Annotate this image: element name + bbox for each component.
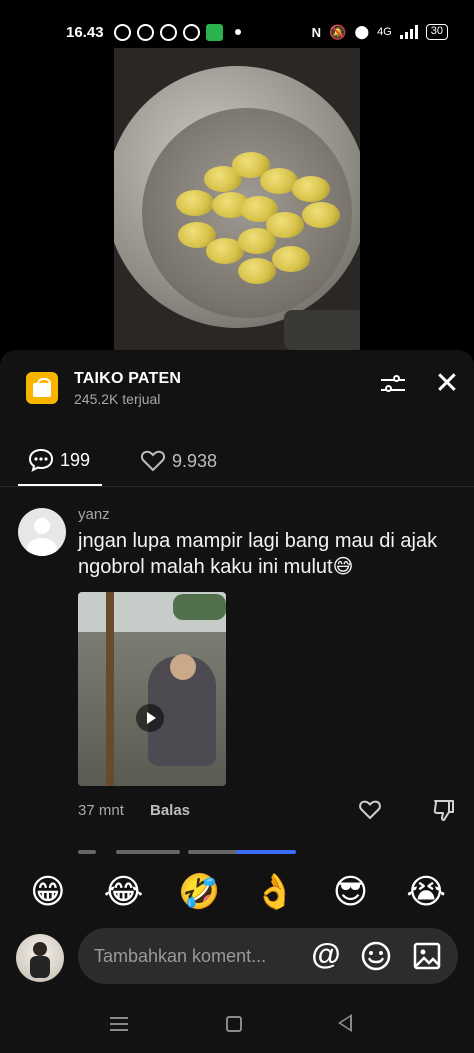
emoji-picker-icon[interactable] [360, 940, 392, 972]
comment-input-bar: @ [0, 928, 474, 988]
comment-time: 37 mnt [78, 802, 124, 819]
user-avatar[interactable] [18, 508, 66, 556]
whatsapp-icon [136, 23, 154, 41]
video-preview[interactable] [114, 48, 360, 352]
play-icon[interactable] [136, 704, 164, 732]
food-item [176, 190, 214, 216]
back-icon[interactable] [338, 1014, 352, 1032]
emoji-rofl-button[interactable]: 🤣 [175, 870, 223, 914]
food-item [238, 228, 276, 254]
mention-at-icon[interactable]: @ [310, 940, 342, 972]
media-post [106, 592, 114, 786]
thumbs-down-icon[interactable] [432, 798, 456, 822]
tabs-divider [0, 486, 474, 487]
nfc-icon: N [311, 24, 322, 40]
my-avatar [16, 934, 64, 982]
likes-count: 9.938 [172, 450, 218, 471]
filter-sliders-icon[interactable] [380, 372, 406, 398]
comment-bubble-icon [28, 448, 54, 472]
emoji-grin-button[interactable]: 😁 [24, 870, 72, 914]
comment-text: jngan lupa mampir lagi bang mau di ajak … [78, 530, 438, 578]
food-item [292, 176, 330, 202]
reply-button[interactable]: Balas [150, 802, 190, 819]
network-type-label: 4G [377, 26, 392, 38]
comment-input[interactable] [94, 928, 304, 984]
heart-icon [140, 450, 166, 472]
pot-interior-image [142, 108, 352, 318]
comment-like-tabs: 199 9.938 [18, 436, 458, 486]
notification-icons [113, 23, 241, 41]
more-notifications-dot-icon [234, 29, 241, 35]
recent-apps-icon[interactable] [110, 1016, 128, 1032]
system-icons: N 🔕 ⬤ 4G 30 [312, 24, 448, 41]
emoji-ok-hand-button[interactable]: 👌 [251, 870, 299, 914]
signal-icon [399, 25, 418, 39]
food-item [302, 202, 340, 228]
comment-video-thumbnail[interactable] [78, 592, 226, 786]
pot-handle-image [284, 310, 360, 350]
location-icon: ⬤ [354, 24, 370, 39]
image-gallery-icon[interactable] [412, 940, 442, 972]
media-trees [173, 594, 226, 620]
quick-emoji-bar: 😁 😂 🤣 👌 😎 😭 [0, 870, 474, 914]
media-person-head [170, 654, 196, 680]
comment-input-container: @ [78, 928, 458, 984]
comments-sheet: TAIKO PATEN 245.2K terjual ✕ 199 9.938 y… [0, 350, 474, 1053]
shopping-bag-icon[interactable] [26, 372, 58, 404]
whatsapp-business-icon [113, 23, 131, 41]
status-time: 16.43 [66, 23, 104, 41]
comments-count: 199 [60, 449, 91, 470]
product-header: TAIKO PATEN 245.2K terjual ✕ [26, 369, 460, 414]
emoji-joy-button[interactable]: 😂 [99, 870, 147, 914]
emoji-sob-button[interactable]: 😭 [402, 870, 450, 914]
battery-icon: 30 [425, 24, 448, 40]
shop-sold-count: 245.2K terjual [74, 391, 161, 407]
emoji-sunglasses-button[interactable]: 😎 [326, 870, 374, 914]
shield-icon [205, 23, 223, 41]
home-icon[interactable] [226, 1016, 242, 1032]
like-heart-icon[interactable] [358, 798, 382, 822]
food-item [238, 258, 276, 284]
messenger-icon [182, 23, 200, 41]
food-item [272, 246, 310, 272]
shop-name[interactable]: TAIKO PATEN [74, 370, 181, 388]
tab-likes[interactable]: 9.938 [138, 436, 217, 486]
close-icon[interactable]: ✕ [432, 369, 462, 400]
system-navigation-bar [0, 1000, 474, 1050]
next-comment-partial [78, 850, 308, 856]
telegram-icon [159, 23, 177, 41]
mute-icon: 🔕 [329, 23, 347, 40]
tab-comments[interactable]: 199 [18, 436, 102, 486]
comment-username[interactable]: yanz [78, 506, 110, 523]
